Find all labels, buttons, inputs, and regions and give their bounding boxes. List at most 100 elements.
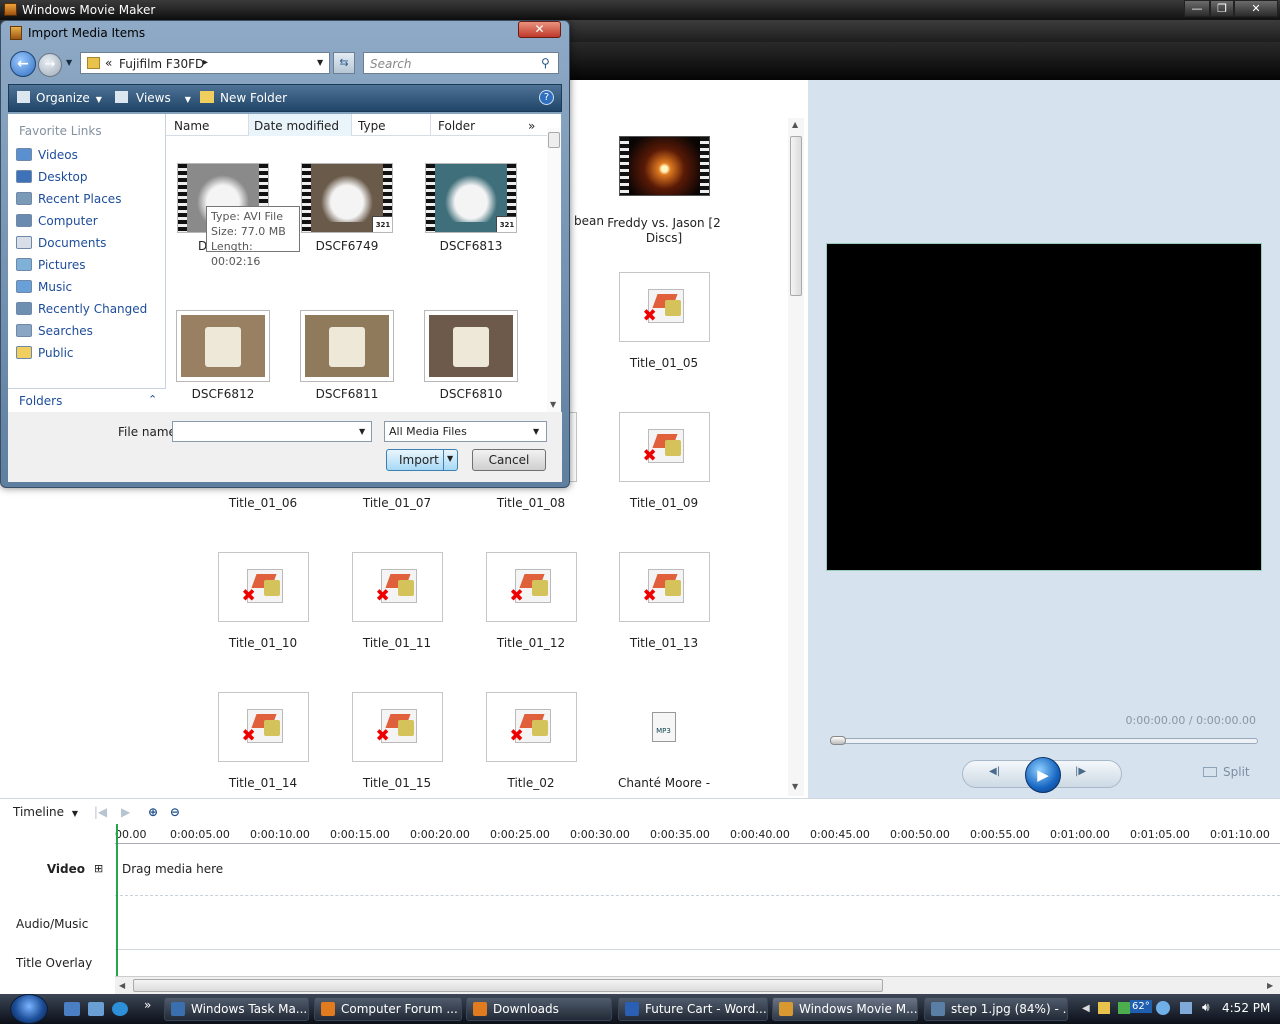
favorite-link[interactable]: Pictures <box>16 258 86 272</box>
title-overlay-track[interactable] <box>115 950 1280 976</box>
file-item[interactable]: DSCF6811 <box>292 311 402 401</box>
play-button[interactable]: ▶ <box>1025 757 1061 793</box>
scroll-left-icon[interactable]: ◀ <box>119 981 125 990</box>
close-button[interactable]: ✕ <box>1234 0 1278 17</box>
more-columns-icon[interactable]: » <box>528 119 535 133</box>
file-item[interactable]: DSCF6812 <box>168 311 278 401</box>
favorite-link[interactable]: Music <box>16 280 72 294</box>
split-button[interactable]: Split <box>1203 765 1250 779</box>
file-scroll-down-icon[interactable]: ▼ <box>550 400 556 409</box>
favorite-link[interactable]: Searches <box>16 324 93 338</box>
back-button[interactable]: ← <box>10 51 36 77</box>
expand-track-icon[interactable]: ⊞ <box>94 862 103 875</box>
address-bar[interactable]: « Fujifilm F30FD ▸ ▼ <box>80 52 330 74</box>
taskbar-item[interactable]: Windows Task Ma... <box>164 997 309 1021</box>
cancel-button[interactable]: Cancel <box>472 449 546 471</box>
file-name-dropdown-icon[interactable]: ▼ <box>359 427 365 436</box>
search-input[interactable]: Search <box>363 52 559 74</box>
switch-windows-icon[interactable] <box>88 1002 104 1016</box>
timeline-scroll-thumb[interactable] <box>133 979 883 992</box>
favorite-link[interactable]: Public <box>16 346 74 360</box>
collection-tile[interactable]: MP3 Chanté Moore - <box>604 692 724 791</box>
display-tray-icon[interactable] <box>1180 1002 1192 1014</box>
collection-tile[interactable]: ✖ Title_01_15 <box>337 692 457 791</box>
collection-tile[interactable]: Freddy vs. Jason [2 Discs] <box>604 132 724 246</box>
file-item[interactable]: 321 DSCF6749 <box>292 163 402 253</box>
favorite-link[interactable]: Documents <box>16 236 106 250</box>
network-tray-icon[interactable] <box>1118 1002 1130 1014</box>
file-item[interactable]: 321 DSCF6813 <box>416 163 526 253</box>
address-arrow[interactable]: ▸ <box>203 57 208 68</box>
zoom-out-icon[interactable]: ⊖ <box>170 805 180 819</box>
maximize-button[interactable]: ❐ <box>1210 0 1234 17</box>
taskbar-item[interactable]: Downloads <box>466 997 612 1021</box>
timeline-ruler[interactable]: 00.00 0:00:05.00 0:00:10.00 0:00:15.00 0:00:… <box>115 826 1280 844</box>
scroll-right-icon[interactable]: ▶ <box>1267 981 1273 990</box>
internet-explorer-icon[interactable] <box>112 1002 128 1016</box>
more-quicklaunch-icon[interactable]: » <box>144 998 151 1012</box>
refresh-button[interactable]: ⇆ <box>333 52 355 74</box>
show-desktop-icon[interactable] <box>64 1002 80 1016</box>
timeline-scrollbar[interactable]: ◀ ▶ <box>115 976 1280 994</box>
dialog-close-button[interactable]: ✕ <box>518 21 561 38</box>
column-folder[interactable]: Folder <box>438 119 475 133</box>
collection-scrollbar[interactable]: ▲ ▼ <box>788 118 804 796</box>
scroll-up-icon[interactable]: ▲ <box>792 120 798 129</box>
tray-expand-icon[interactable]: ◀ <box>1082 1003 1090 1014</box>
file-list-scrollbar[interactable]: ▼ <box>547 128 561 412</box>
video-track[interactable]: Drag media here <box>115 844 1280 896</box>
next-frame-button[interactable]: |▶ <box>1075 766 1086 777</box>
column-name[interactable]: Name <box>174 119 209 133</box>
file-name-input[interactable]: ▼ <box>172 421 372 442</box>
folder-tray-icon[interactable] <box>1098 1002 1110 1014</box>
collection-tile[interactable]: ✖ Title_01_11 <box>337 552 457 651</box>
favorite-link[interactable]: Desktop <box>16 170 88 184</box>
messenger-tray-icon[interactable] <box>1156 1001 1170 1015</box>
favorite-link[interactable]: Recently Changed <box>16 302 147 316</box>
folders-toggle[interactable]: Folders ⌃ <box>8 388 166 412</box>
taskbar-item[interactable]: Computer Forum ... <box>314 997 462 1021</box>
organize-menu[interactable]: Organize ▼ <box>17 91 102 105</box>
recent-pages-icon[interactable]: ▼ <box>66 58 72 67</box>
help-button[interactable]: ? <box>539 90 554 105</box>
address-dropdown-icon[interactable]: ▼ <box>317 58 323 67</box>
column-date-modified[interactable]: Date modified <box>254 119 339 133</box>
column-type[interactable]: Type <box>358 119 386 133</box>
volume-icon[interactable]: 🔊︎ <box>1202 1000 1210 1015</box>
taskbar-item[interactable]: step 1.jpg (84%) - ... <box>924 997 1068 1021</box>
import-button[interactable]: Import ▼ <box>386 449 458 471</box>
taskbar-item[interactable]: Future Cart - Word... <box>618 997 768 1021</box>
seek-bar[interactable] <box>830 738 1258 744</box>
import-options-icon[interactable]: ▼ <box>447 454 453 463</box>
start-button[interactable] <box>10 994 48 1024</box>
address-prefix[interactable]: « <box>105 56 112 70</box>
favorite-link[interactable]: Computer <box>16 214 98 228</box>
search-icon[interactable]: ⚲ <box>541 56 550 70</box>
previous-frame-button[interactable]: ◀| <box>989 766 1000 777</box>
playhead[interactable] <box>116 824 118 976</box>
weather-temp[interactable]: 62° <box>1130 1000 1152 1013</box>
forward-button[interactable]: → <box>38 53 62 77</box>
minimize-button[interactable]: — <box>1184 0 1210 17</box>
collection-tile[interactable]: ✖ Title_01_13 <box>604 552 724 651</box>
taskbar-item[interactable]: Windows Movie M... <box>772 997 918 1021</box>
views-menu[interactable]: Views ▼ <box>115 91 191 105</box>
collection-tile[interactable]: ✖ Title_01_09 <box>604 412 724 511</box>
favorite-link[interactable]: Videos <box>16 148 78 162</box>
collection-tile[interactable]: ✖ Title_01_12 <box>471 552 591 651</box>
seek-thumb[interactable] <box>830 736 846 745</box>
collection-tile[interactable]: ✖ Title_01_05 <box>604 272 724 371</box>
scroll-down-icon[interactable]: ▼ <box>792 782 798 791</box>
file-type-select[interactable]: All Media Files ▼ <box>384 421 547 442</box>
audio-track[interactable] <box>115 896 1280 950</box>
favorite-link[interactable]: Recent Places <box>16 192 121 206</box>
collection-tile[interactable]: ✖ Title_01_10 <box>203 552 323 651</box>
timeline-menu[interactable]: Timeline ▼ |◀ ▶ ⊕ ⊖ <box>13 805 180 819</box>
scroll-thumb[interactable] <box>790 136 802 296</box>
play-timeline-icon[interactable]: ▶ <box>121 805 130 819</box>
address-location[interactable]: Fujifilm F30FD <box>119 57 204 71</box>
file-scroll-thumb[interactable] <box>548 132 560 148</box>
collection-tile[interactable]: ✖ Title_02 <box>471 692 591 791</box>
file-item[interactable]: DSCF6810 <box>416 311 526 401</box>
zoom-in-icon[interactable]: ⊕ <box>148 805 158 819</box>
